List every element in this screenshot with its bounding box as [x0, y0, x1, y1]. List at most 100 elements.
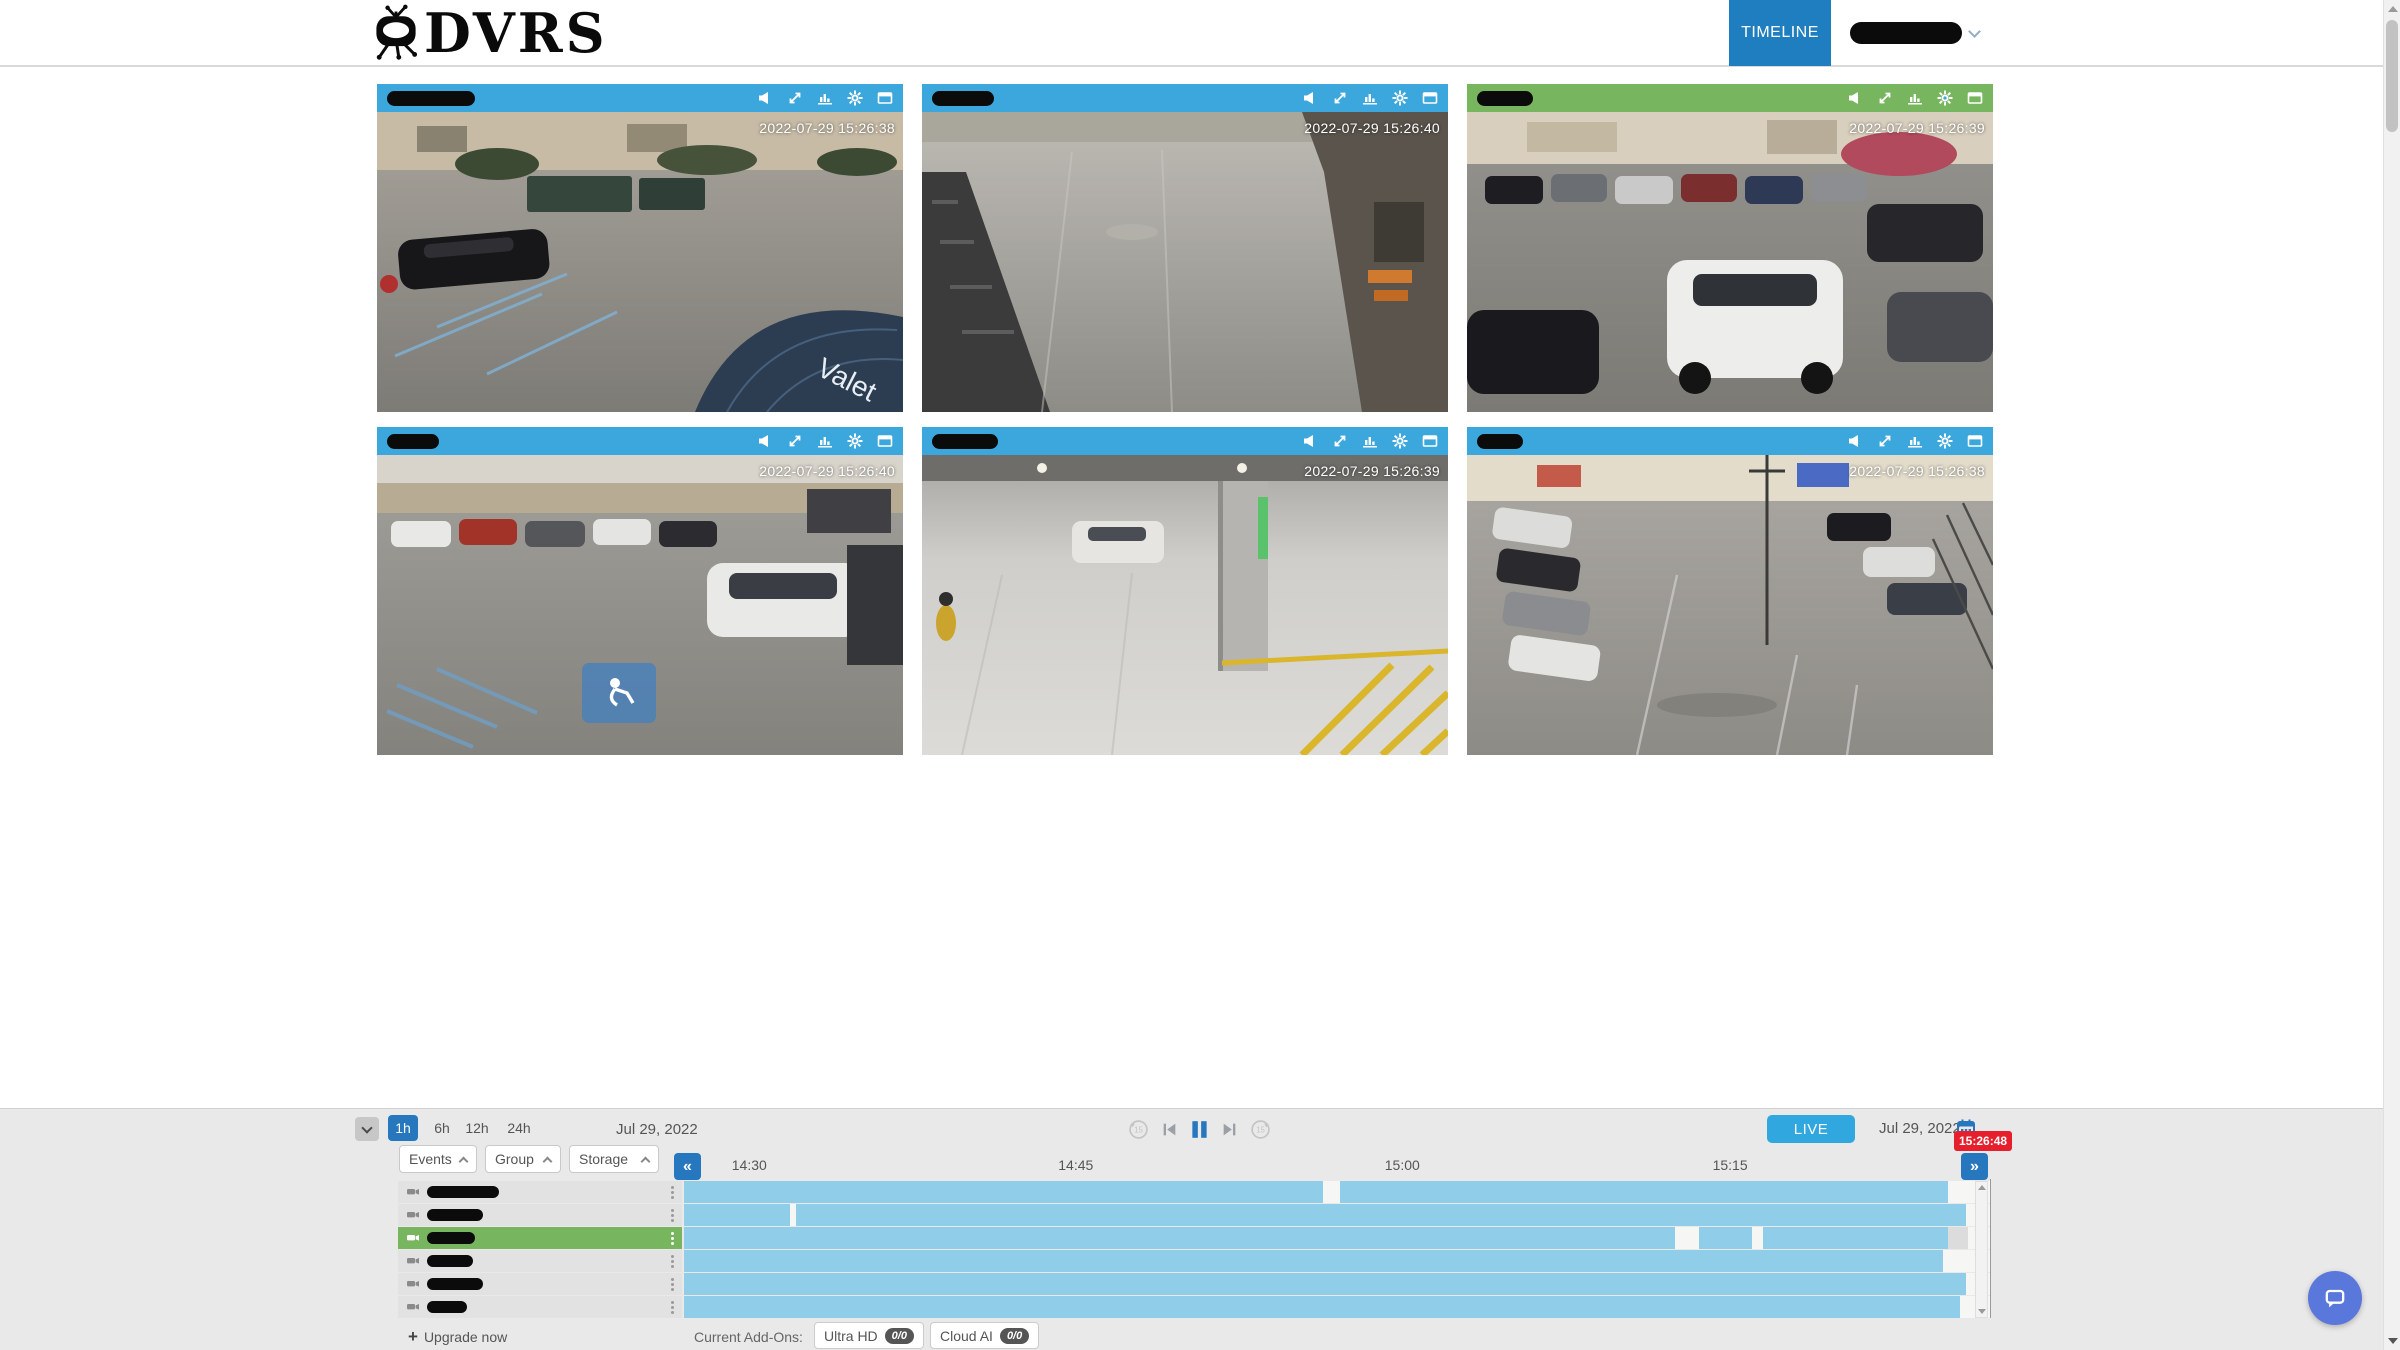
- settings-icon[interactable]: [1392, 90, 1408, 106]
- recording-track[interactable]: [684, 1250, 1990, 1272]
- camera-name-redacted: [1477, 434, 1523, 449]
- popout-icon[interactable]: [1422, 433, 1438, 449]
- tab-timeline[interactable]: TIMELINE: [1729, 0, 1831, 66]
- brand-logo: DVRS: [368, 2, 608, 64]
- expand-icon[interactable]: [1877, 433, 1893, 449]
- camera-video-feed[interactable]: 2022-07-29 15:26:40: [922, 112, 1448, 412]
- camera-list-item[interactable]: [398, 1250, 682, 1272]
- stats-icon[interactable]: [1907, 433, 1923, 449]
- popout-icon[interactable]: [1967, 90, 1983, 106]
- camera-video-feed[interactable]: 2022-07-29 15:26:40: [377, 455, 903, 755]
- row-menu-icon[interactable]: [671, 1301, 674, 1314]
- jump-forward-15-icon[interactable]: [1250, 1119, 1271, 1140]
- scroll-down-icon[interactable]: [1978, 1309, 1986, 1314]
- camera-tile-6[interactable]: 2022-07-29 15:26:38: [1467, 427, 1993, 755]
- video-scene: [377, 455, 903, 755]
- volume-muted-icon[interactable]: [1302, 433, 1318, 449]
- recording-track[interactable]: [684, 1181, 1990, 1203]
- camera-name-redacted: [427, 1278, 483, 1290]
- expand-icon[interactable]: [1877, 90, 1893, 106]
- settings-icon[interactable]: [1392, 433, 1408, 449]
- stats-icon[interactable]: [1907, 90, 1923, 106]
- camera-tile-header: [377, 84, 903, 112]
- volume-muted-icon[interactable]: [1847, 433, 1863, 449]
- camera-tile-2[interactable]: 2022-07-29 15:26:40: [922, 84, 1448, 412]
- expand-icon[interactable]: [787, 433, 803, 449]
- settings-icon[interactable]: [1937, 90, 1953, 106]
- volume-muted-icon[interactable]: [757, 433, 773, 449]
- expand-icon[interactable]: [1332, 433, 1348, 449]
- settings-icon[interactable]: [847, 433, 863, 449]
- collapse-timeline-button[interactable]: [355, 1117, 379, 1141]
- range-button-24h[interactable]: 24h: [500, 1115, 538, 1141]
- camera-name-redacted: [427, 1186, 499, 1198]
- addon-cloud-ai[interactable]: Cloud AI 0/0: [930, 1322, 1039, 1349]
- skip-forward-icon[interactable]: [1221, 1121, 1238, 1138]
- settings-icon[interactable]: [1937, 433, 1953, 449]
- camera-tile-4[interactable]: 2022-07-29 15:26:40: [377, 427, 903, 755]
- camera-list-item[interactable]: [398, 1227, 682, 1249]
- range-button-6h[interactable]: 6h: [426, 1115, 458, 1141]
- popout-icon[interactable]: [1422, 90, 1438, 106]
- timeline-row-2: [398, 1204, 1990, 1226]
- camera-video-feed[interactable]: 2022-07-29 15:26:39: [1467, 112, 1993, 412]
- camera-video-feed[interactable]: Valet 2022-07-29 15:26:38: [377, 112, 903, 412]
- row-menu-icon[interactable]: [671, 1186, 674, 1199]
- row-menu-icon[interactable]: [671, 1209, 674, 1222]
- page-scrollbar[interactable]: [2383, 0, 2400, 1350]
- live-button[interactable]: LIVE: [1767, 1115, 1855, 1143]
- chat-fab-button[interactable]: [2308, 1271, 2362, 1325]
- stats-icon[interactable]: [817, 433, 833, 449]
- jump-back-15-icon[interactable]: [1128, 1119, 1149, 1140]
- camera-list-item[interactable]: [398, 1273, 682, 1295]
- scrollbar-thumb[interactable]: [2386, 20, 2398, 132]
- camera-list-item[interactable]: [398, 1181, 682, 1203]
- row-menu-icon[interactable]: [671, 1232, 674, 1245]
- brand-name: DVRS: [424, 2, 608, 64]
- recording-track[interactable]: [684, 1204, 1990, 1226]
- camera-tile-3[interactable]: 2022-07-29 15:26:39: [1467, 84, 1993, 412]
- expand-icon[interactable]: [1332, 90, 1348, 106]
- camera-video-feed[interactable]: 2022-07-29 15:26:39: [922, 455, 1448, 755]
- volume-muted-icon[interactable]: [757, 90, 773, 106]
- camera-name-redacted: [427, 1232, 475, 1244]
- expand-icon[interactable]: [787, 90, 803, 106]
- recording-track[interactable]: [684, 1227, 1990, 1249]
- range-button-12h[interactable]: 12h: [458, 1115, 496, 1141]
- skip-back-icon[interactable]: [1161, 1121, 1178, 1138]
- scroll-up-icon[interactable]: [1978, 1185, 1986, 1190]
- volume-muted-icon[interactable]: [1847, 90, 1863, 106]
- camera-list-item[interactable]: [398, 1204, 682, 1226]
- popout-icon[interactable]: [877, 90, 893, 106]
- pause-icon[interactable]: [1190, 1120, 1209, 1139]
- camera-timestamp: 2022-07-29 15:26:40: [1304, 120, 1440, 136]
- timeline-rows-scrollbar[interactable]: [1975, 1181, 1988, 1318]
- row-menu-icon[interactable]: [671, 1278, 674, 1291]
- addon-ultra-hd[interactable]: Ultra HD 0/0: [814, 1322, 924, 1349]
- recording-track[interactable]: [684, 1296, 1990, 1318]
- row-menu-icon[interactable]: [671, 1255, 674, 1268]
- settings-icon[interactable]: [847, 90, 863, 106]
- popout-icon[interactable]: [1967, 433, 1983, 449]
- camera-video-feed[interactable]: 2022-07-29 15:26:38: [1467, 455, 1993, 755]
- camera-name-redacted: [1477, 91, 1533, 106]
- stats-icon[interactable]: [1362, 433, 1378, 449]
- range-button-1h[interactable]: 1h: [388, 1115, 418, 1141]
- recording-track[interactable]: [684, 1273, 1990, 1295]
- addons-label: Current Add-Ons:: [694, 1329, 803, 1345]
- group-filter-dropdown[interactable]: Group: [485, 1145, 561, 1173]
- popout-icon[interactable]: [877, 433, 893, 449]
- stats-icon[interactable]: [1362, 90, 1378, 106]
- events-filter-dropdown[interactable]: Events: [399, 1145, 477, 1173]
- camera-tile-5[interactable]: 2022-07-29 15:26:39: [922, 427, 1448, 755]
- playhead-line: [1990, 1179, 1991, 1318]
- upgrade-link[interactable]: + Upgrade now: [408, 1327, 507, 1347]
- volume-muted-icon[interactable]: [1302, 90, 1318, 106]
- scroll-down-icon[interactable]: [2388, 1338, 2398, 1344]
- camera-tile-1[interactable]: Valet 2022-07-29 15:26:38: [377, 84, 903, 412]
- storage-filter-dropdown[interactable]: Storage: [569, 1145, 659, 1173]
- camera-list-item[interactable]: [398, 1296, 682, 1318]
- stats-icon[interactable]: [817, 90, 833, 106]
- scroll-up-icon[interactable]: [2388, 6, 2398, 12]
- account-menu[interactable]: [1850, 22, 1979, 44]
